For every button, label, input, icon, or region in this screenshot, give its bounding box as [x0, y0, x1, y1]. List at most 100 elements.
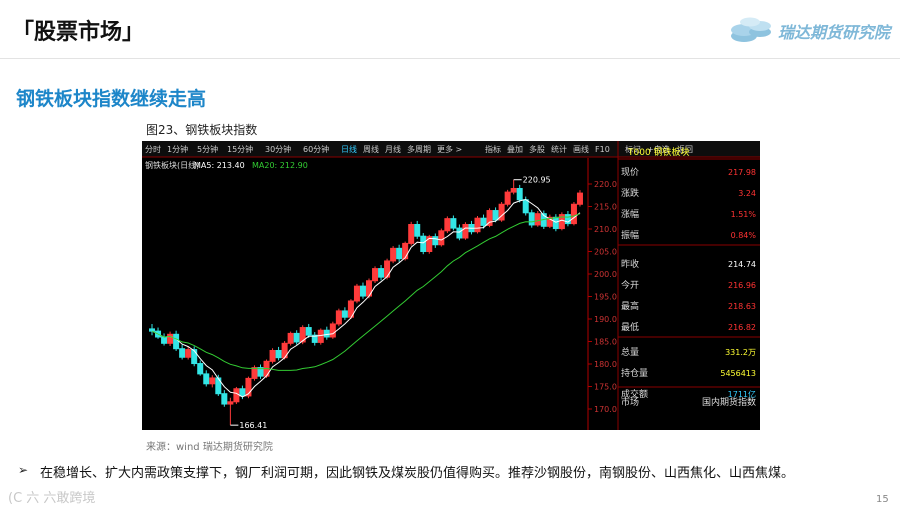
section-heading: 钢铁板块指数继续走高: [16, 88, 207, 110]
quote-label: 最高: [621, 300, 639, 312]
quote-label: 振幅: [621, 229, 639, 241]
candle-body: [402, 242, 409, 260]
candle-body: [359, 285, 366, 297]
candle-body: [504, 191, 511, 205]
candle-body: [239, 388, 246, 397]
candle-body: [510, 188, 517, 193]
y-tick-label: 185.0: [594, 338, 617, 347]
candle-body: [203, 373, 210, 385]
chart-legend-ma5: MA5: 213.40: [194, 161, 245, 170]
market-label: 市场: [621, 396, 639, 408]
candle-body: [185, 349, 192, 358]
chart-legend-ma20: MA20: 212.90: [252, 161, 308, 170]
candle-body: [269, 350, 276, 362]
y-tick-label: 200.0: [594, 270, 617, 279]
chart-legend-name: 钢铁板块(日线): [145, 160, 199, 170]
candle-body: [227, 401, 234, 405]
candle-body: [378, 268, 385, 278]
toolbar-tab-10[interactable]: 更多 >: [437, 144, 462, 154]
toolbar-tab-1[interactable]: 1分钟: [167, 144, 188, 154]
header-divider: [0, 58, 900, 59]
toolbar-tab-4[interactable]: 30分钟: [265, 144, 291, 154]
y-tick-label: 210.0: [594, 225, 617, 234]
candle-body: [474, 217, 481, 233]
price-axis: 220.0 215.0 210.0 205.0 200.0 195.0 190.0 185.0…: [587, 158, 617, 430]
candle-body: [173, 333, 180, 350]
terminal-canvas: 分时 1分钟 5分钟 15分钟 30分钟 60分钟 日线 周线 月线 多周期 更多 > 指标 叠加 多股统…: [142, 141, 760, 430]
toolbar-tab-13[interactable]: 多股: [529, 144, 545, 154]
candle-body: [570, 203, 577, 225]
candle-body: [516, 188, 523, 201]
toolbar-tab-9[interactable]: 多周期: [407, 144, 431, 154]
candle-body: [534, 213, 541, 226]
candle-body: [191, 349, 198, 365]
quote-label: 今开: [621, 279, 639, 291]
candle-body: [492, 210, 499, 221]
bullet-marker: ➢: [18, 463, 29, 477]
toolbar-tab-11[interactable]: 指标: [485, 144, 501, 154]
toolbar-tab-16[interactable]: F10: [595, 145, 610, 154]
low-label: 166.41: [239, 421, 267, 430]
toolbar-tab-15[interactable]: 画线: [573, 144, 589, 154]
quote-value: 331.2万: [725, 348, 756, 357]
toolbar-tab-2[interactable]: 5分钟: [197, 144, 218, 154]
candle-body: [293, 332, 300, 343]
source-note: 来源：wind 瑞达期货研究院: [146, 442, 273, 453]
candle-body: [323, 329, 330, 338]
page-number: 15: [876, 494, 889, 505]
candle-body: [420, 235, 427, 252]
toolbar-tab-7[interactable]: 周线: [363, 144, 379, 154]
toolbar-tab-0[interactable]: 分时: [145, 144, 161, 154]
y-tick-label: 190.0: [594, 315, 617, 324]
candle-body: [179, 348, 186, 358]
candle-body: [480, 217, 487, 226]
market-value: 国内期货指数: [702, 396, 756, 408]
y-tick-label: 175.0: [594, 383, 617, 392]
brand-name: 瑞达期货研究院: [778, 23, 891, 42]
candle-body: [372, 268, 379, 282]
quote-value: 3.24: [738, 189, 756, 198]
candle-body: [444, 218, 451, 232]
y-tick-label: 170.0: [594, 405, 617, 414]
toolbar-tab-5[interactable]: 60分钟: [303, 144, 329, 154]
toolbar-tab-8[interactable]: 月线: [385, 144, 401, 154]
candle-body: [167, 333, 174, 344]
candlestick-chart[interactable]: 220.95 166.41: [149, 176, 583, 430]
figure-caption: 图23、钢铁板块指数: [146, 123, 258, 137]
toolbar-tab-12[interactable]: 叠加: [507, 144, 523, 154]
quote-label: 涨跌: [621, 188, 639, 199]
quote-label: 涨幅: [621, 208, 639, 220]
candle-body: [576, 192, 583, 205]
quote-label: 持仓量: [621, 367, 648, 379]
candle-body: [438, 230, 445, 246]
y-tick-label: 205.0: [594, 248, 617, 257]
recommendation-text: 在稳增长、扩大内需政策支撑下，钢厂利润可期，因此钢铁及煤炭股仍值得购买。推荐沙钢…: [40, 466, 795, 481]
quote-value: 1.51%: [731, 210, 757, 219]
toolbar-tab-6[interactable]: 日线: [341, 144, 357, 154]
candle-body: [209, 377, 216, 385]
candle-body: [149, 328, 155, 332]
candle-body: [305, 327, 312, 336]
candle-body: [432, 236, 439, 246]
y-tick-label: 220.0: [594, 180, 617, 189]
candle-body: [396, 247, 403, 260]
high-label: 220.95: [523, 176, 551, 185]
quote-value: 5456413: [720, 369, 756, 378]
quote-label: 现价: [621, 167, 639, 178]
watermark: (C 六 六敢跨境: [8, 491, 96, 506]
candle-body: [414, 224, 421, 237]
quote-value: 214.74: [728, 260, 756, 269]
candle-body: [390, 247, 397, 262]
quote-value: 216.82: [728, 323, 756, 332]
candle-body: [450, 218, 457, 229]
candle-body: [317, 329, 324, 343]
toolbar-tab-14[interactable]: 统计: [551, 144, 567, 154]
quote-label: 最低: [621, 321, 639, 333]
candle-body: [353, 285, 360, 302]
page-title: 「股票市场」: [12, 20, 145, 45]
y-tick-label: 180.0: [594, 360, 617, 369]
candle-body: [287, 332, 294, 344]
y-tick-label: 215.0: [594, 203, 617, 212]
quote-value: 216.96: [728, 281, 756, 290]
toolbar-tab-3[interactable]: 15分钟: [227, 144, 253, 154]
